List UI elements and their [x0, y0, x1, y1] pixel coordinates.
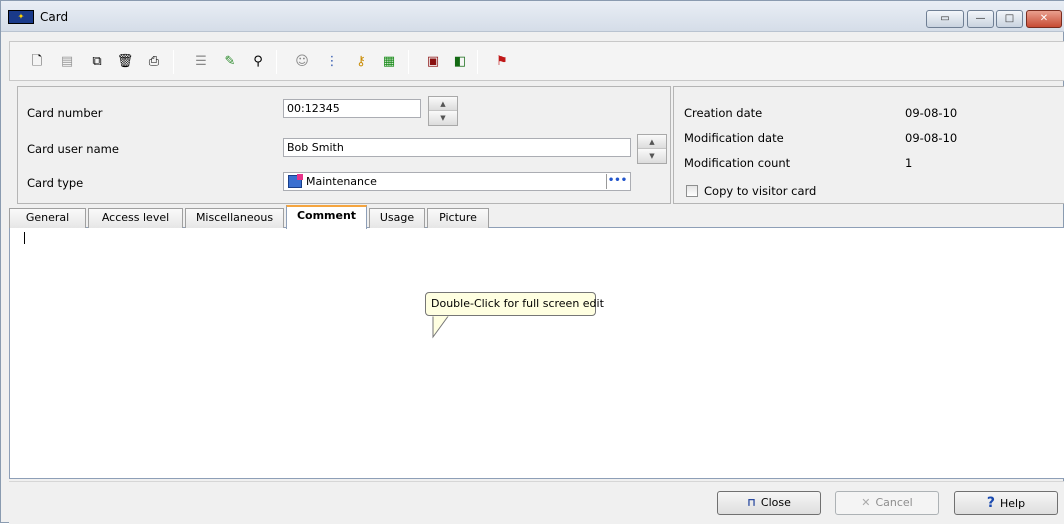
cancel-label: Cancel [875, 496, 913, 509]
card-type-field[interactable]: Maintenance ••• [283, 172, 631, 191]
maximize-button[interactable]: □ [996, 10, 1023, 28]
tab-access-level[interactable]: Access level [88, 208, 183, 228]
tab-picture[interactable]: Picture [427, 208, 489, 228]
toolbar: 🗋 ▤ ⧉ 🗑 ⎙ ☰ ✎ ⚲ ☺ ⋮ ⚷ ▦ ▣ ◧ ⚑ [9, 41, 1064, 81]
text-caret [24, 232, 25, 244]
help-button[interactable]: ? Help [954, 491, 1058, 515]
spin-up-icon[interactable]: ▲ [638, 135, 666, 149]
comment-editor[interactable] [9, 228, 1064, 479]
print-icon[interactable]: ⎙ [145, 53, 163, 71]
title-bar: ✦ Card ▭ — □ ✕ [1, 1, 1064, 32]
layers-icon[interactable]: ◧ [451, 53, 469, 71]
save-icon[interactable]: ▤ [58, 53, 76, 71]
list-icon[interactable]: ☰ [192, 53, 210, 71]
modification-count-value: 1 [905, 156, 913, 170]
new-icon[interactable]: 🗋 [28, 53, 46, 71]
card-type-icon [288, 174, 303, 188]
link-icon[interactable]: ✎ [221, 53, 239, 71]
card-number-field[interactable]: 00:12345 [283, 99, 421, 118]
tree-icon[interactable]: ⋮ [323, 53, 341, 71]
modification-date-label: Modification date [684, 131, 784, 145]
copy-visitor-checkbox[interactable] [686, 185, 698, 197]
card-user-label: Card user name [27, 142, 119, 156]
copy-icon[interactable]: ⧉ [88, 53, 106, 71]
tooltip-tail [432, 314, 450, 339]
button-bar: ⊓ Close ✕ Cancel ? Help [9, 481, 1064, 524]
cancel-icon: ✕ [861, 496, 871, 509]
app-logo-icon: ✦ [8, 10, 34, 24]
help-icon: ? [986, 495, 996, 511]
tooltip: Double-Click for full screen edit [425, 292, 604, 316]
spin-down-icon[interactable]: ▼ [638, 149, 666, 163]
film-icon[interactable]: ▣ [424, 53, 442, 71]
key-icon[interactable]: ⚷ [352, 53, 370, 71]
grid-icon[interactable]: ▦ [380, 53, 398, 71]
restore-layout-button[interactable]: ▭ [926, 10, 964, 28]
cancel-button[interactable]: ✕ Cancel [835, 491, 939, 515]
modification-date-value: 09-08-10 [905, 131, 958, 145]
card-type-label: Card type [27, 176, 84, 190]
card-print-icon[interactable]: ⚑ [493, 53, 511, 71]
find-icon[interactable]: ⚲ [249, 53, 267, 71]
door-icon: ⊓ [747, 496, 756, 509]
spin-down-icon[interactable]: ▼ [429, 111, 457, 125]
help-label: Help [1000, 497, 1026, 510]
modification-count-label: Modification count [684, 156, 791, 170]
tab-usage[interactable]: Usage [369, 208, 425, 228]
tab-comment[interactable]: Comment [286, 205, 367, 229]
tab-miscellaneous[interactable]: Miscellaneous [185, 208, 284, 228]
tab-general[interactable]: General [9, 208, 86, 228]
close-button[interactable]: ⊓ Close [717, 491, 821, 515]
card-type-value: Maintenance [306, 175, 377, 188]
creation-date-value: 09-08-10 [905, 106, 958, 120]
copy-visitor-label[interactable]: Copy to visitor card [704, 184, 816, 198]
delete-icon[interactable]: 🗑 [116, 53, 134, 71]
tab-strip: General Access level Miscellaneous Comme… [9, 205, 1064, 229]
close-label: Close [760, 496, 791, 509]
window-title: Card [40, 10, 69, 24]
creation-date-label: Creation date [684, 106, 763, 120]
card-user-field[interactable]: Bob Smith [283, 138, 631, 157]
browse-ellipsis-button[interactable]: ••• [606, 174, 628, 189]
card-number-spinner[interactable]: ▲ ▼ [428, 96, 458, 126]
users-icon[interactable]: ☺ [293, 53, 311, 71]
close-window-button[interactable]: ✕ [1026, 10, 1062, 28]
card-window: ✦ Card ▭ — □ ✕ 🗋 ▤ ⧉ 🗑 ⎙ ☰ ✎ ⚲ ☺ ⋮ ⚷ ▦ ▣… [0, 0, 1064, 524]
minimize-button[interactable]: — [967, 10, 994, 28]
spin-up-icon[interactable]: ▲ [429, 97, 457, 111]
card-number-label: Card number [27, 106, 103, 120]
card-user-spinner[interactable]: ▲ ▼ [637, 134, 667, 164]
